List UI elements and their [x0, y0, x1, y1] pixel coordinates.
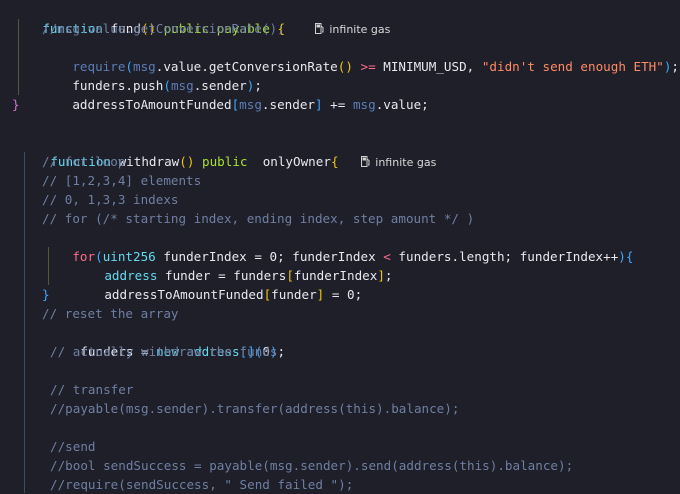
code-line-for[interactable]: for(uint256 funderIndex = 0; funderIndex…	[42, 228, 633, 264]
code-line-close-brace[interactable]: }	[12, 95, 20, 114]
code-line[interactable]: // for loop	[42, 152, 125, 171]
code-line-require[interactable]: require(msg.value.getConversionRate() >=…	[42, 38, 679, 74]
code-line[interactable]: //send	[50, 437, 96, 456]
code-line[interactable]: // [1,2,3,4] elements	[42, 171, 201, 190]
gas-pump-icon	[315, 23, 324, 34]
code-line[interactable]: //payable(msg.sender).transfer(address(t…	[50, 399, 459, 418]
gas-pump-icon	[361, 156, 370, 167]
code-line-reset-mapping[interactable]: addressToAmountFunded[funder] = 0;	[74, 266, 362, 302]
code-line[interactable]: //bool sendSuccess = payable(msg.sender)…	[50, 456, 573, 475]
code-line-close-brace[interactable]: }	[42, 285, 50, 304]
code-line[interactable]: // 0, 1,3,3 indexs	[42, 190, 178, 209]
gas-estimate: infinite gas	[329, 23, 391, 36]
code-line[interactable]: // for (/* starting index, ending index,…	[42, 209, 474, 228]
code-line[interactable]: // actually withdraw the funds	[50, 342, 277, 361]
code-line[interactable]: // reset the array	[42, 304, 178, 323]
code-line[interactable]: // transfer	[50, 380, 133, 399]
gas-estimate: infinite gas	[375, 156, 437, 169]
code-line-reset-array[interactable]: funders = new address[](0);	[50, 323, 285, 359]
code-line-fund-signature[interactable]: function fund() public payable { infinit…	[12, 0, 390, 36]
code-line-address[interactable]: address funder = funders[funderIndex];	[74, 247, 392, 283]
code-line[interactable]: //require(sendSuccess, " Send failed ");	[50, 475, 353, 494]
code-line-push[interactable]: funders.push(msg.sender);	[42, 57, 262, 93]
code-editor[interactable]: function fund() public payable { infinit…	[0, 0, 680, 493]
indent-guide	[24, 152, 25, 493]
code-line-mapping[interactable]: addressToAmountFunded[msg.sender] += msg…	[42, 76, 428, 112]
code-line[interactable]: //msg.value.getConversionRate();	[42, 19, 285, 38]
code-line-withdraw-signature[interactable]: function withdraw() public onlyOwner{ in…	[20, 133, 436, 169]
